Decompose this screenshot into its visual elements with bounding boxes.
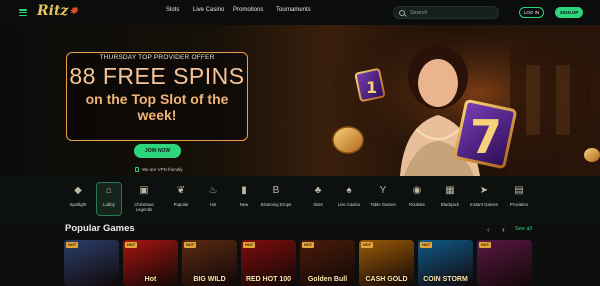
category-item[interactable]: ◉ Roulette: [401, 183, 433, 208]
hamburger-menu-icon[interactable]: [19, 9, 27, 16]
category-item[interactable]: ♨ Hot: [197, 183, 229, 208]
game-title: BIG WILD: [193, 276, 226, 283]
blackjack-icon: ▦: [445, 184, 455, 196]
category-label: Hot: [209, 202, 217, 207]
category-label: Lobby: [103, 202, 115, 207]
svg-text:7: 7: [470, 110, 502, 164]
nav-live-casino[interactable]: Live Casino: [193, 7, 224, 13]
game-title: Hot: [144, 276, 157, 283]
category-label: Roulette: [408, 202, 425, 207]
category-item[interactable]: ▤ Providers: [503, 183, 535, 208]
hot-badge: HOT: [479, 242, 492, 248]
search-input[interactable]: Search: [393, 6, 499, 19]
svg-text:1: 1: [366, 78, 377, 97]
cards-icon: ♠: [346, 184, 352, 196]
game-title: COIN STORM: [423, 276, 468, 283]
gift-icon: ▣: [139, 184, 149, 196]
hot-badge: HOT: [66, 242, 79, 248]
category-item[interactable]: ▦ Blackjack: [434, 183, 466, 208]
game-tile[interactable]: HOT Golden Bull: [300, 240, 355, 286]
rocket-icon: ➤: [479, 184, 489, 196]
category-label: Spotlight: [69, 202, 87, 207]
next-arrow-icon[interactable]: ›: [502, 225, 505, 234]
section-title: Popular Games: [65, 223, 135, 234]
logo[interactable]: Ritz ✸: [37, 3, 78, 19]
game-tile[interactable]: HOT CASH GOLD: [359, 240, 414, 286]
category-label: Blackjack: [440, 202, 460, 207]
category-item[interactable]: ➤ Instant Games: [468, 183, 500, 208]
game-tile[interactable]: HOT BIG WILD: [182, 240, 237, 286]
top-bar: Ritz ✸ Slots Live Casino Promotions Tourn…: [0, 0, 600, 25]
game-tile[interactable]: HOT: [477, 240, 532, 286]
game-title: Golden Bull: [307, 276, 348, 283]
hot-badge: HOT: [184, 242, 197, 248]
category-item[interactable]: B BGaming Drops: [260, 183, 292, 208]
category-item[interactable]: ▣ Christmas Legends: [128, 183, 160, 213]
prev-arrow-icon[interactable]: ‹: [487, 225, 490, 234]
cherry-icon: ♣: [314, 184, 322, 196]
category-label: New: [239, 202, 249, 207]
game-title: RED HOT 100: [245, 276, 292, 283]
category-item[interactable]: ⌂ Lobby: [93, 183, 125, 208]
hot-badge: HOT: [361, 242, 374, 248]
game-tile[interactable]: HOT RED HOT 100: [241, 240, 296, 286]
hot-badge: HOT: [243, 242, 256, 248]
hot-badge: HOT: [420, 242, 433, 248]
game-tile[interactable]: HOT COIN STORM: [418, 240, 473, 286]
category-label: Live Casino: [337, 202, 361, 207]
category-label: Instant Games: [470, 202, 498, 207]
hero-illustration: 1 7: [330, 25, 600, 176]
hero-banner[interactable]: 1 7 THURSDAY TOP PROVIDER OFFER 88 FREE …: [0, 25, 600, 176]
join-now-button[interactable]: JOIN NOW: [134, 144, 181, 158]
category-label: Slots: [313, 202, 323, 207]
signup-button[interactable]: SIGN UP: [555, 7, 583, 18]
category-item[interactable]: ◆ Spotlight: [62, 183, 94, 208]
see-all-link[interactable]: See all: [515, 226, 532, 232]
category-label: Popular: [173, 202, 189, 207]
lobby-icon: ⌂: [105, 184, 113, 196]
nav-promotions[interactable]: Promotions: [233, 7, 263, 13]
offer-description: on the Top Slot of the week!: [85, 91, 229, 123]
nav-slots[interactable]: Slots: [166, 7, 179, 13]
cocktail-icon: Y: [379, 184, 387, 196]
category-item[interactable]: ▮ New: [228, 183, 260, 208]
category-item[interactable]: ❦ Popular: [165, 183, 197, 208]
search-icon: [399, 9, 405, 16]
category-label: Table Games: [370, 202, 396, 207]
nav-tournaments[interactable]: Tournaments: [276, 7, 311, 13]
drops-icon: B: [272, 184, 280, 196]
providers-icon: ▤: [514, 184, 524, 196]
login-button[interactable]: LOG IN: [519, 7, 544, 18]
logo-star-icon: ✸: [69, 5, 78, 17]
hot-badge: HOT: [302, 242, 315, 248]
vpn-note: We are VPN friendly: [135, 167, 183, 172]
game-title: CASH GOLD: [365, 276, 408, 283]
offer-subtitle: THURSDAY TOP PROVIDER OFFER: [99, 54, 215, 61]
laurel-icon: ❦: [176, 184, 186, 196]
diamond-icon: ◆: [74, 184, 82, 196]
offer-headline: 88 FREE SPINS: [69, 63, 245, 89]
category-item[interactable]: ♣ Slots: [302, 183, 334, 208]
hot-badge: HOT: [125, 242, 138, 248]
new-tag-icon: ▮: [241, 184, 247, 196]
game-tile[interactable]: HOT: [64, 240, 119, 286]
category-label: Christmas Legends: [134, 202, 154, 213]
game-tile[interactable]: HOT Hot: [123, 240, 178, 286]
category-label: BGaming Drops: [260, 202, 292, 207]
category-item[interactable]: ♠ Live Casino: [333, 183, 365, 208]
category-item[interactable]: Y Table Games: [367, 183, 399, 208]
games-row: HOT HOT Hot HOT BIG WILD HOT RED HOT 100 HOT Gol…: [64, 240, 532, 286]
roulette-icon: ◉: [412, 184, 422, 196]
category-label: Providers: [509, 202, 529, 207]
flame-icon: ♨: [208, 184, 218, 196]
shield-icon: [135, 167, 139, 172]
